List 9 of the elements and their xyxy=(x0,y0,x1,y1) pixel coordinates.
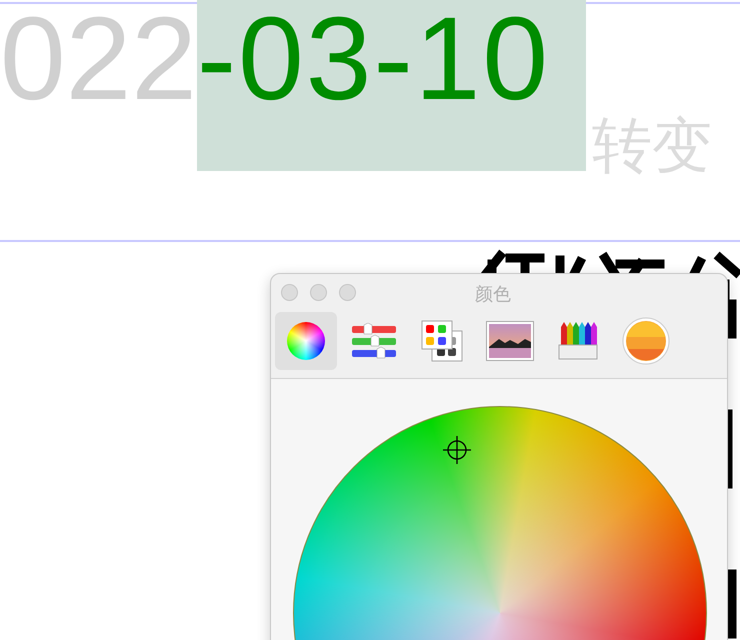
color-wheel-icon xyxy=(287,322,325,360)
crosshair-icon[interactable] xyxy=(443,436,471,464)
sphere-icon xyxy=(622,317,670,365)
window-title: 颜色 xyxy=(475,283,511,306)
swatch-cards-icon xyxy=(421,320,463,362)
colored-pencils-icon xyxy=(558,321,598,361)
landscape-image-icon xyxy=(486,321,534,361)
selected-date-text: -03-10 xyxy=(196,0,586,171)
sliders-icon xyxy=(351,323,397,359)
